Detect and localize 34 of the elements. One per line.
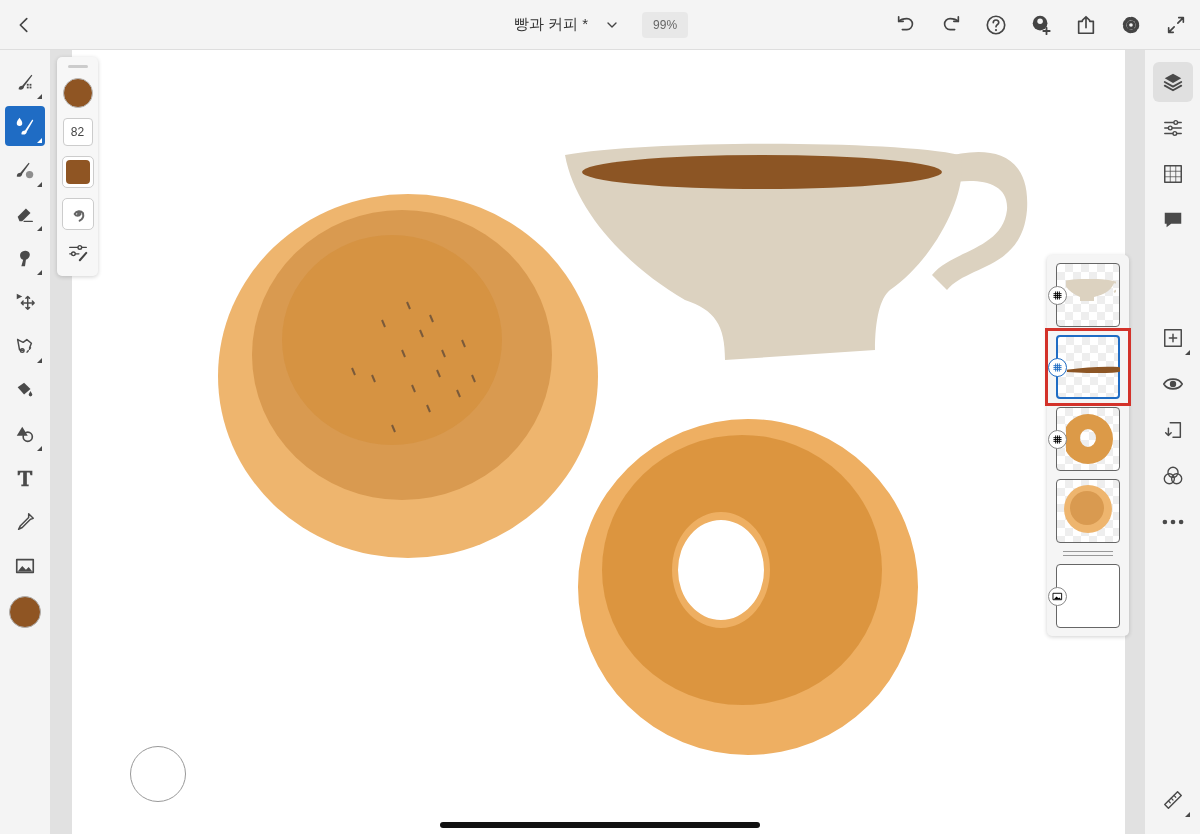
tool-button[interactable] xyxy=(5,106,45,146)
layer-thumbnail[interactable] xyxy=(1056,263,1120,327)
help-icon xyxy=(985,13,1007,36)
layers-icon xyxy=(1161,71,1184,93)
image-layer-icon xyxy=(1052,591,1063,602)
grid-icon xyxy=(1161,163,1184,185)
layer-thumbnail[interactable] xyxy=(1056,335,1120,399)
layer-thumbnail[interactable] xyxy=(1056,407,1120,471)
ruler-icon xyxy=(1161,789,1184,811)
watercolor-brush-icon xyxy=(14,115,36,137)
layer-thumbnail[interactable] xyxy=(1056,479,1120,543)
add-layer-icon xyxy=(1161,327,1184,349)
layer-thumbnail[interactable] xyxy=(1056,564,1120,628)
donut-thumbnail-drawing xyxy=(1066,414,1113,464)
blend-circles-icon xyxy=(1161,465,1184,487)
invite-person-icon xyxy=(1030,13,1052,36)
pixel-layer-icon xyxy=(1052,362,1063,373)
sliders-icon xyxy=(1161,117,1184,139)
brush-flow-button[interactable] xyxy=(61,156,94,188)
zoom-level[interactable]: 99% xyxy=(642,11,689,38)
move-icon xyxy=(14,291,36,313)
panel-button[interactable] xyxy=(1152,62,1193,102)
brush-color-button[interactable] xyxy=(62,78,93,108)
brush-size-button[interactable]: 82 xyxy=(62,118,93,146)
bread-thumbnail-drawing xyxy=(1064,485,1112,533)
more-icon xyxy=(1161,519,1184,525)
pixel-layer-icon xyxy=(1052,434,1063,445)
pixel-layer-icon xyxy=(1052,290,1063,301)
document-title[interactable]: 빵과 커피 * xyxy=(511,15,591,34)
brush-stroke-thumbnail-drawing xyxy=(1067,366,1120,373)
smoothing-button[interactable] xyxy=(61,198,94,230)
color-swatch[interactable] xyxy=(9,596,41,628)
teacup-thumbnail-drawing xyxy=(1066,279,1116,302)
share-icon xyxy=(1075,13,1097,36)
